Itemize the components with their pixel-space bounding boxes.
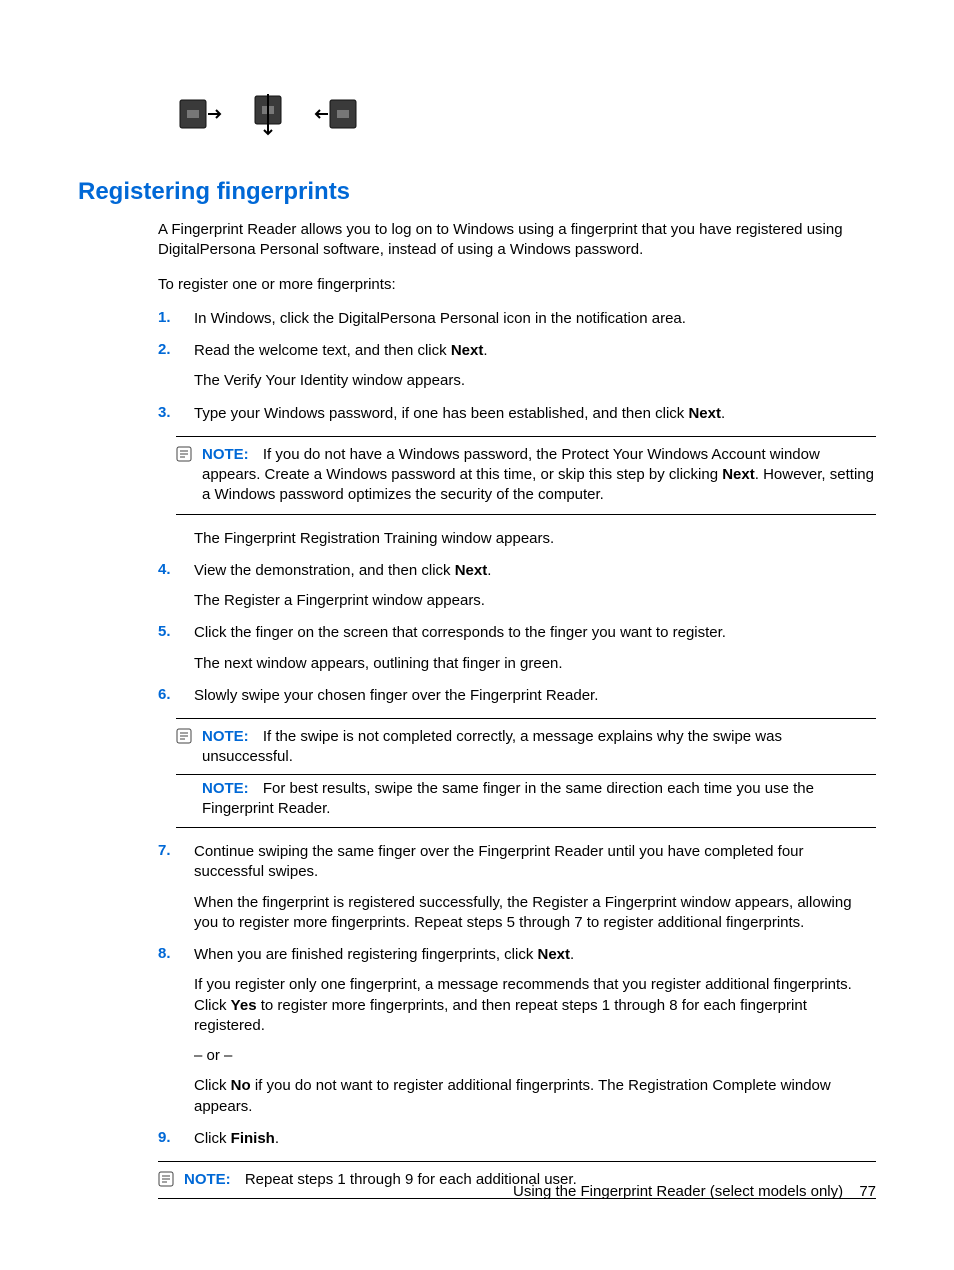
note-label: NOTE: (202, 728, 249, 745)
note-row: NOTE: For best results, swipe the same f… (176, 779, 876, 820)
sub-text: Click (194, 1077, 231, 1094)
step-3: 3. Type your Windows password, if one ha… (158, 404, 876, 424)
step-body: Click Finish. (194, 1129, 876, 1149)
post-note-body: The Fingerprint Registration Training wi… (194, 529, 876, 549)
kw-next: Next (722, 466, 755, 483)
step-number: 7. (158, 842, 176, 933)
step-body: In Windows, click the DigitalPersona Per… (194, 309, 876, 329)
swipe-left-icon (312, 90, 360, 138)
note-text: NOTE: If you do not have a Windows passw… (202, 445, 876, 506)
note-icon (176, 728, 192, 744)
note-row: NOTE: If the swipe is not completed corr… (176, 727, 876, 768)
note-label: NOTE: (202, 446, 249, 463)
step-sub: The next window appears, outlining that … (194, 654, 876, 674)
step-body: When you are finished registering finger… (194, 945, 876, 1117)
swipe-right-icon (176, 90, 224, 138)
post-note-text: The Fingerprint Registration Training wi… (158, 529, 876, 549)
note-block-2: NOTE: If the swipe is not completed corr… (176, 718, 876, 828)
note-icon (158, 1171, 174, 1187)
step-text: Read the welcome text, and then click (194, 342, 451, 359)
step-text: View the demonstration, and then click (194, 562, 455, 579)
step-text: . (483, 342, 487, 359)
or-separator: – or – (194, 1046, 876, 1066)
step-number: 4. (158, 561, 176, 612)
step-body: Click the finger on the screen that corr… (194, 623, 876, 674)
note-divider (176, 774, 876, 775)
step-5: 5. Click the finger on the screen that c… (158, 623, 876, 674)
kw-next: Next (451, 342, 484, 359)
step-text: When you are finished registering finger… (194, 946, 538, 963)
step-text: Click (194, 1130, 231, 1147)
footer-section: Using the Fingerprint Reader (select mod… (513, 1183, 843, 1200)
step-number: 9. (158, 1129, 176, 1149)
kw-no: No (231, 1077, 251, 1094)
step-text: Type your Windows password, if one has b… (194, 405, 688, 422)
step-text: . (721, 405, 725, 422)
kw-next: Next (688, 405, 721, 422)
step-body: Read the welcome text, and then click Ne… (194, 341, 876, 392)
step-1: 1. In Windows, click the DigitalPersona … (158, 309, 876, 329)
note-icon (176, 446, 192, 462)
step-text: . (487, 562, 491, 579)
intro-para-1: A Fingerprint Reader allows you to log o… (158, 220, 876, 261)
step-text: . (275, 1130, 279, 1147)
page-number: 77 (859, 1183, 876, 1200)
kw-next: Next (455, 562, 488, 579)
note-row: NOTE: If you do not have a Windows passw… (176, 445, 876, 506)
step-sub: Click No if you do not want to register … (194, 1076, 876, 1117)
step-9: 9. Click Finish. (158, 1129, 876, 1149)
page-footer: Using the Fingerprint Reader (select mod… (513, 1183, 876, 1200)
note-text: NOTE: If the swipe is not completed corr… (202, 727, 876, 768)
note-content: If the swipe is not completed correctly,… (202, 728, 782, 765)
step-number: 5. (158, 623, 176, 674)
step-number: 1. (158, 309, 176, 329)
step-4: 4. View the demonstration, and then clic… (158, 561, 876, 612)
step-text: . (570, 946, 574, 963)
sub-text: if you do not want to register additiona… (194, 1077, 831, 1114)
kw-next: Next (538, 946, 571, 963)
step-body: Continue swiping the same finger over th… (194, 842, 876, 933)
step-8: 8. When you are finished registering fin… (158, 945, 876, 1117)
note-content: For best results, swipe the same finger … (202, 780, 814, 817)
kw-yes: Yes (231, 997, 257, 1014)
intro-para-2: To register one or more fingerprints: (158, 275, 876, 295)
note-text: NOTE: For best results, swipe the same f… (202, 779, 876, 820)
kw-finish: Finish (231, 1130, 275, 1147)
spacer (158, 529, 176, 549)
step-body: View the demonstration, and then click N… (194, 561, 876, 612)
step-sub: The Verify Your Identity window appears. (194, 371, 876, 391)
note-label: NOTE: (184, 1171, 231, 1188)
step-text: Continue swiping the same finger over th… (194, 843, 804, 880)
step-number: 8. (158, 945, 176, 1117)
note-block-1: NOTE: If you do not have a Windows passw… (176, 436, 876, 515)
step-sub: If you register only one fingerprint, a … (194, 975, 876, 1036)
step-body: Type your Windows password, if one has b… (194, 404, 876, 424)
step-7: 7. Continue swiping the same finger over… (158, 842, 876, 933)
step-sub: When the fingerprint is registered succe… (194, 893, 876, 934)
step-text: Click the finger on the screen that corr… (194, 624, 726, 641)
step-number: 3. (158, 404, 176, 424)
step-body: Slowly swipe your chosen finger over the… (194, 686, 876, 706)
content-body: A Fingerprint Reader allows you to log o… (158, 220, 876, 1199)
swipe-down-icon (244, 90, 292, 138)
step-sub: The Register a Fingerprint window appear… (194, 591, 876, 611)
step-number: 2. (158, 341, 176, 392)
step-number: 6. (158, 686, 176, 706)
note-label: NOTE: (202, 780, 249, 797)
step-2: 2. Read the welcome text, and then click… (158, 341, 876, 392)
steps-list: 1. In Windows, click the DigitalPersona … (158, 309, 876, 1149)
sub-text: to register more fingerprints, and then … (194, 997, 807, 1034)
section-heading: Registering fingerprints (78, 178, 876, 206)
fingerprint-icons-row (176, 90, 876, 138)
step-6: 6. Slowly swipe your chosen finger over … (158, 686, 876, 706)
